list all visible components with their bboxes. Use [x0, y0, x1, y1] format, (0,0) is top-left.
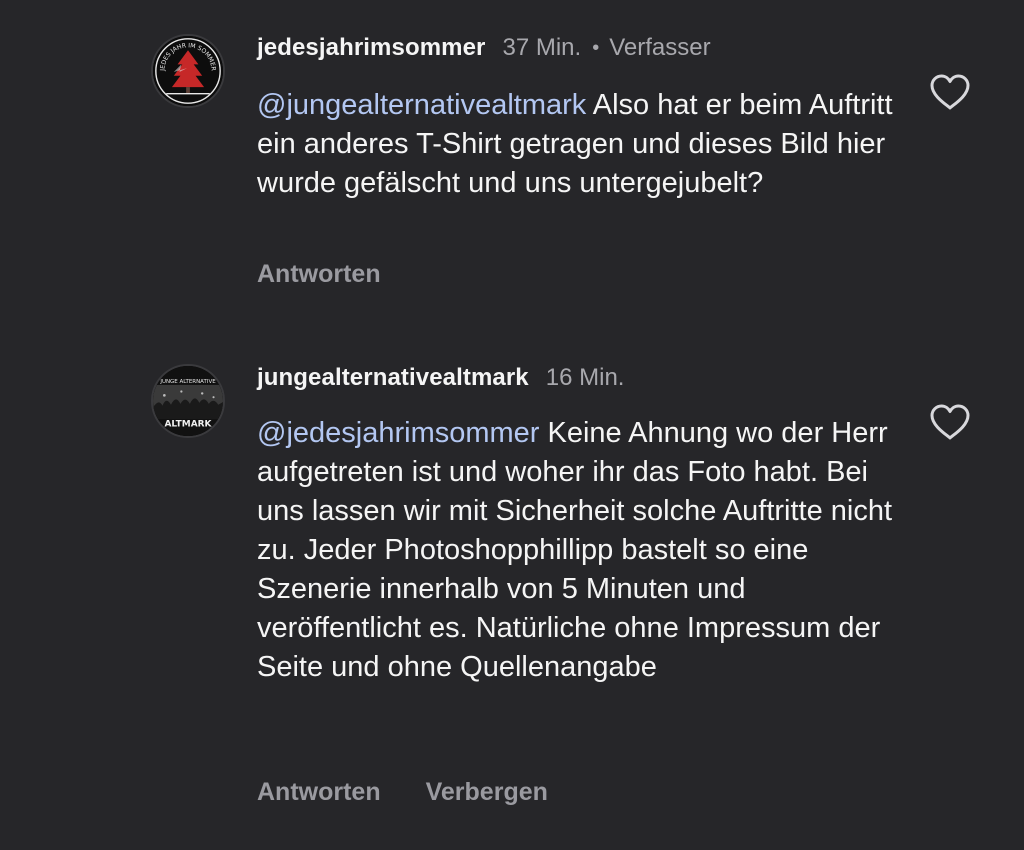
timestamp: 37 Min.: [502, 34, 582, 61]
mention-link[interactable]: @jedesjahrimsommer: [257, 417, 539, 449]
avatar-logo-text: JUNGE ALTERNATIVE: [159, 379, 216, 385]
comment-text: @jungealternativealtmark Also hat er bei…: [257, 86, 907, 203]
like-button[interactable]: [929, 73, 971, 111]
mention-link[interactable]: @jungealternativealtmark: [257, 89, 586, 121]
comment-header: jungealternativealtmark 16 Min.: [257, 360, 624, 396]
crowd-logo-icon: JUNGE ALTERNATIVE ALTMARK: [153, 366, 223, 436]
avatar[interactable]: JUNGE ALTERNATIVE ALTMARK: [151, 364, 225, 438]
comment-text: @jedesjahrimsommer Keine Ahnung wo der H…: [257, 414, 907, 687]
comment-header: jedesjahrimsommer 37 Min. • Verfasser: [257, 30, 711, 66]
heart-outline-icon: [930, 404, 970, 440]
comments-screen: JEDES JAHR IM SOMMER jedesjahrimsommer 3…: [0, 0, 1024, 850]
heart-outline-icon: [930, 74, 970, 110]
username[interactable]: jungealternativealtmark: [257, 364, 529, 392]
username[interactable]: jedesjahrimsommer: [257, 34, 485, 62]
comment-body: Keine Ahnung wo der Herr aufgetreten ist…: [257, 417, 893, 683]
timestamp: 16 Min.: [545, 364, 625, 391]
reply-button[interactable]: Antworten: [257, 260, 381, 289]
like-button[interactable]: [929, 403, 971, 441]
avatar[interactable]: JEDES JAHR IM SOMMER: [151, 34, 225, 108]
hide-button[interactable]: Verbergen: [426, 778, 548, 807]
separator-dot: •: [592, 36, 600, 59]
comment-actions: Antworten Verbergen: [257, 778, 548, 807]
author-badge: Verfasser: [609, 34, 711, 61]
reply-button[interactable]: Antworten: [257, 778, 381, 807]
tree-logo-icon: JEDES JAHR IM SOMMER: [153, 36, 223, 106]
avatar-logo-text: ALTMARK: [164, 420, 212, 430]
comment-actions: Antworten: [257, 260, 381, 289]
